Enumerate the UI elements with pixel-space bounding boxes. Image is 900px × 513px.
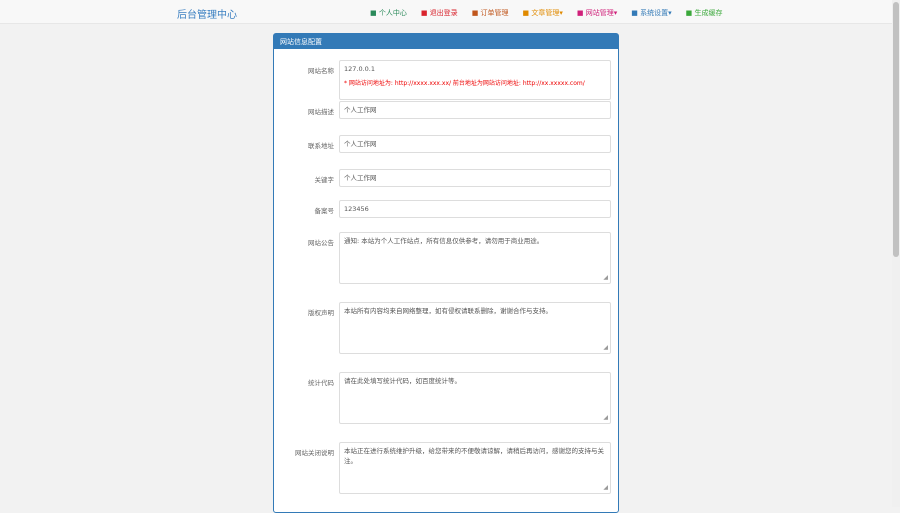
field-value: 通知: 本站为个人工作站点，所有信息仅供参考，请勿用于商业用途。 xyxy=(344,237,544,245)
field-label: 网站公告 xyxy=(308,239,334,247)
panel-title: 网站信息配置 xyxy=(274,34,618,49)
nav-item-label: 系统设置▾ xyxy=(640,9,672,17)
field-input[interactable]: 本站正在进行系统维护升级，给您带来的不便敬请谅解，请稍后再访问，感谢您的支持与关… xyxy=(339,442,611,494)
power-icon: ■ xyxy=(420,9,430,17)
nav-item-label: 个人中心 xyxy=(378,9,407,17)
nav-item[interactable]: ■ 系统设置▾ xyxy=(631,8,671,18)
field-label: 版权声明 xyxy=(308,309,334,317)
order-icon: ■ xyxy=(471,9,481,17)
field-value: 123456 xyxy=(344,205,369,213)
field-input[interactable]: 请在此处填写统计代码，如百度统计等。 ◢ xyxy=(339,372,611,424)
nav-item-label: 文章管理▾ xyxy=(531,9,563,17)
nav-item-label: 订单管理 xyxy=(480,9,509,17)
nav-menu: ■ 个人中心 ■ 退出登录 ■ 订单管理 ■ 文章管理▾ ■ 网站管理▾ ■ 系统设置▾ ■… xyxy=(370,8,722,18)
scrollbar[interactable] xyxy=(892,0,900,507)
nav-item[interactable]: ■ 订单管理 xyxy=(472,8,509,18)
field-value: 个人工作网 xyxy=(344,140,377,148)
field-label: 网站关闭说明 xyxy=(295,449,334,457)
field-input[interactable]: 个人工作网 xyxy=(339,101,611,119)
user-icon: ■ xyxy=(370,9,379,17)
field-label: 联系地址 xyxy=(308,142,334,150)
resize-handle-icon[interactable]: ◢ xyxy=(603,413,608,422)
nav-item-label: 退出登录 xyxy=(429,9,458,17)
field-value: 请在此处填写统计代码，如百度统计等。 xyxy=(344,377,461,385)
nav-item[interactable]: ■ 退出登录 xyxy=(421,8,458,18)
field-value: 个人工作网 xyxy=(344,174,377,182)
resize-handle-icon[interactable]: ◢ xyxy=(603,343,608,352)
nav-item[interactable]: ■ 网站管理▾ xyxy=(577,8,617,18)
field-input[interactable]: 127.0.0.1 * 网站访问地址为: http://xxxx.xxx.xx/ … xyxy=(339,60,611,100)
field-value: 本站正在进行系统维护升级，给您带来的不便敬请谅解，请稍后再访问，感谢您的支持与关… xyxy=(344,447,604,465)
field-input[interactable]: 本站所有内容均来自网络整理，如有侵权请联系删除，谢谢合作与支持。 ◢ xyxy=(339,302,611,354)
nav-item-label: 网站管理▾ xyxy=(585,9,618,17)
field-note: * 网站访问地址为: http://xxxx.xxx.xx/ 前台地址为网站访问… xyxy=(344,79,585,87)
field-label: 网站描述 xyxy=(308,108,334,116)
field-value: 个人工作网 xyxy=(344,106,377,114)
gear-icon: ■ xyxy=(631,9,641,17)
nav-item[interactable]: ■ 文章管理▾ xyxy=(523,8,563,18)
field-label: 统计代码 xyxy=(308,379,334,387)
nav-item-label: 生成缓存 xyxy=(694,9,723,17)
nav-item[interactable]: ■ 生成缓存 xyxy=(686,8,723,18)
field-input[interactable]: 个人工作网 xyxy=(339,169,611,187)
field-value: 127.0.0.1 xyxy=(344,65,376,73)
field-label: 备案号 xyxy=(314,207,335,215)
top-navbar: 后台管理中心 ■ 个人中心 ■ 退出登录 ■ 订单管理 ■ 文章管理▾ ■ 网站管理▾ ■… xyxy=(0,0,900,24)
site-config-panel: 网站信息配置 网站名称 127.0.0.1 * 网站访问地址为: http://xx… xyxy=(273,33,619,513)
field-input[interactable]: 123456 xyxy=(339,200,611,218)
site-icon: ■ xyxy=(576,9,586,17)
resize-handle-icon[interactable]: ◢ xyxy=(603,483,608,492)
brand-title[interactable]: 后台管理中心 xyxy=(177,6,237,21)
field-label: 关键字 xyxy=(314,176,335,184)
nav-item[interactable]: ■ 个人中心 xyxy=(370,8,407,18)
resize-handle-icon[interactable]: ◢ xyxy=(603,273,608,282)
field-label: 网站名称 xyxy=(308,67,334,75)
field-value: 本站所有内容均来自网络整理，如有侵权请联系删除，谢谢合作与支持。 xyxy=(344,307,552,315)
field-input[interactable]: 通知: 本站为个人工作站点，所有信息仅供参考，请勿用于商业用途。 ◢ xyxy=(339,232,611,284)
scrollbar-thumb[interactable] xyxy=(893,2,899,257)
field-input[interactable]: 个人工作网 xyxy=(339,135,611,153)
